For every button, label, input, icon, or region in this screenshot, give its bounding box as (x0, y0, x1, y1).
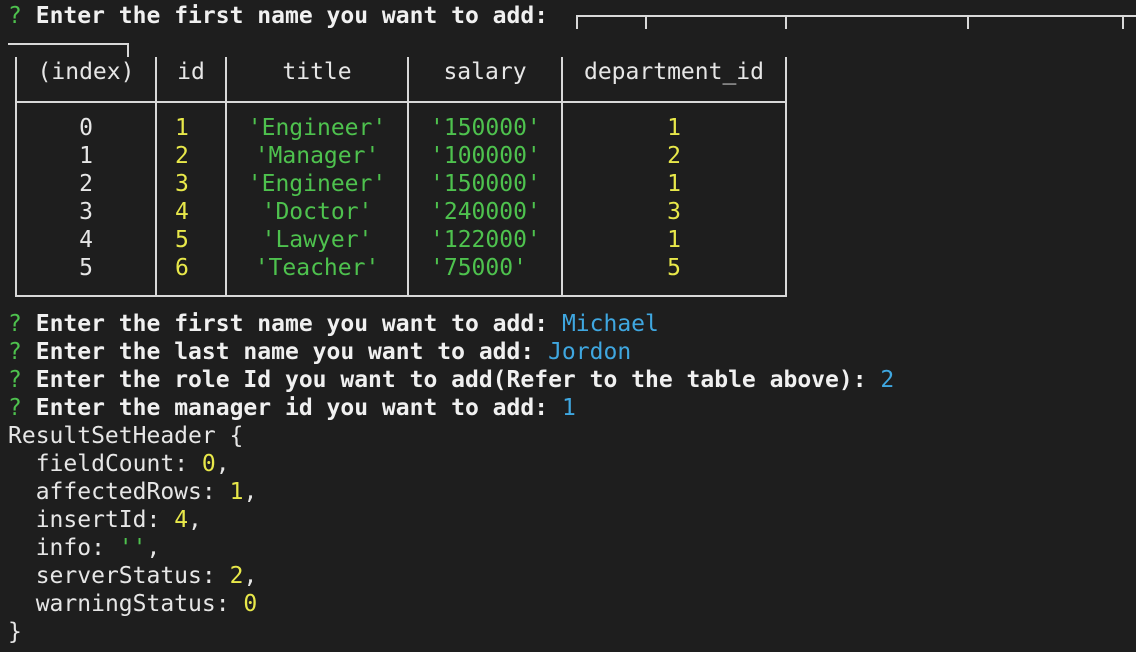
result-key: insertId (35, 507, 147, 533)
cell-id: 5 (175, 227, 189, 253)
result-field: insertId: 4, (35, 507, 202, 533)
cell-title: 'Doctor' (261, 199, 373, 225)
prompt-text: Enter the last name you want to add: (35, 339, 535, 365)
prompt-answer: Michael (561, 311, 659, 337)
table-artifact-tick (967, 15, 969, 29)
table-header-divider (15, 101, 787, 103)
prompt-mark: ? (8, 3, 22, 29)
prompt-answer: Jordon (548, 339, 632, 365)
cell-salary: '100000' (430, 143, 541, 169)
result-field: warningStatus: 0 (35, 591, 258, 617)
result-sep: , (215, 451, 230, 477)
table-artifact-tick (1122, 15, 1124, 29)
table-artifact-tick (576, 15, 578, 29)
prompt-line-role-id: ? Enter the role Id you want to add(Refe… (8, 366, 894, 394)
result-field: serverStatus: 2, (35, 563, 258, 589)
prompt-mark: ? (8, 395, 22, 421)
result-sep: , (188, 507, 202, 533)
result-footer: } (8, 619, 22, 645)
prompt-mark: ? (8, 311, 22, 337)
cell-title: 'Engineer' (247, 115, 387, 141)
result-key: info (35, 535, 92, 561)
result-key: warningStatus (35, 591, 216, 617)
cell-department-id: 3 (667, 199, 681, 225)
table-border-bottom (15, 295, 787, 297)
result-sep: , (243, 563, 258, 589)
result-value: 0 (201, 451, 216, 477)
cell-salary: '75000' (430, 255, 527, 281)
result-field: info: '', (35, 535, 161, 561)
cell-salary: '122000' (430, 227, 541, 253)
cell-index: 5 (79, 255, 93, 281)
table-col-divider (407, 57, 409, 297)
table-artifact-tick (127, 43, 129, 57)
result-header: ResultSetHeader { (8, 423, 244, 449)
cell-title: 'Lawyer' (261, 227, 373, 253)
cell-id: 1 (175, 115, 189, 141)
cell-id: 3 (175, 171, 189, 197)
table-artifact-tick (645, 15, 647, 29)
cell-salary: '150000' (430, 115, 541, 141)
prompt-line-top: ? Enter the first name you want to add: (8, 2, 548, 30)
cell-index: 3 (79, 199, 93, 225)
cell-index: 0 (79, 115, 93, 141)
cell-salary: '240000' (430, 199, 541, 225)
table-header-department-id: department_id (583, 59, 764, 85)
prompt-line-first-name: ? Enter the first name you want to add: … (8, 310, 659, 338)
cell-index: 1 (79, 143, 93, 169)
table-artifact-border (576, 15, 1136, 17)
table-header-title: title (282, 59, 352, 85)
table-header-id: id (177, 59, 205, 85)
cell-department-id: 1 (667, 115, 681, 141)
cell-title: 'Teacher' (254, 255, 380, 281)
prompt-text: Enter the first name you want to add: (35, 311, 549, 337)
prompt-answer: 2 (880, 367, 895, 393)
result-key: affectedRows (35, 479, 202, 505)
cell-department-id: 1 (667, 227, 681, 253)
prompt-mark: ? (8, 367, 22, 393)
table-header-salary: salary (443, 59, 527, 85)
prompt-text: Enter the first name you want to add: (35, 3, 549, 29)
result-sep: , (146, 535, 161, 561)
prompt-line-manager-id: ? Enter the manager id you want to add: … (8, 394, 576, 422)
prompt-text: Enter the role Id you want to add(Refer … (35, 367, 867, 393)
cell-title: 'Manager' (254, 143, 380, 169)
cell-index: 2 (79, 171, 93, 197)
result-key: fieldCount (35, 451, 175, 477)
cell-salary: '150000' (430, 171, 541, 197)
cell-id: 2 (175, 143, 189, 169)
result-value: 4 (174, 507, 189, 533)
cell-index: 4 (79, 227, 93, 253)
cell-department-id: 1 (667, 171, 681, 197)
cell-department-id: 5 (667, 255, 681, 281)
result-key: serverStatus (35, 563, 202, 589)
result-field: fieldCount: 0, (35, 451, 230, 477)
result-field: affectedRows: 1, (35, 479, 258, 505)
table-col-divider (155, 57, 157, 297)
table-artifact-tick (785, 15, 787, 29)
prompt-text: Enter the manager id you want to add: (35, 395, 549, 421)
cell-department-id: 2 (667, 143, 681, 169)
cell-title: 'Engineer' (247, 171, 387, 197)
prompt-line-last-name: ? Enter the last name you want to add: J… (8, 338, 631, 366)
result-value: 2 (229, 563, 244, 589)
result-value: 1 (229, 479, 244, 505)
table-artifact-border (8, 43, 129, 45)
cell-id: 4 (175, 199, 189, 225)
result-value: '' (118, 535, 147, 561)
result-sep: , (243, 479, 258, 505)
table-header-index: (index) (37, 59, 135, 85)
cell-id: 6 (175, 255, 189, 281)
result-value: 0 (243, 591, 258, 617)
table-border-right (785, 57, 787, 297)
prompt-mark: ? (8, 339, 22, 365)
prompt-answer: 1 (561, 395, 576, 421)
